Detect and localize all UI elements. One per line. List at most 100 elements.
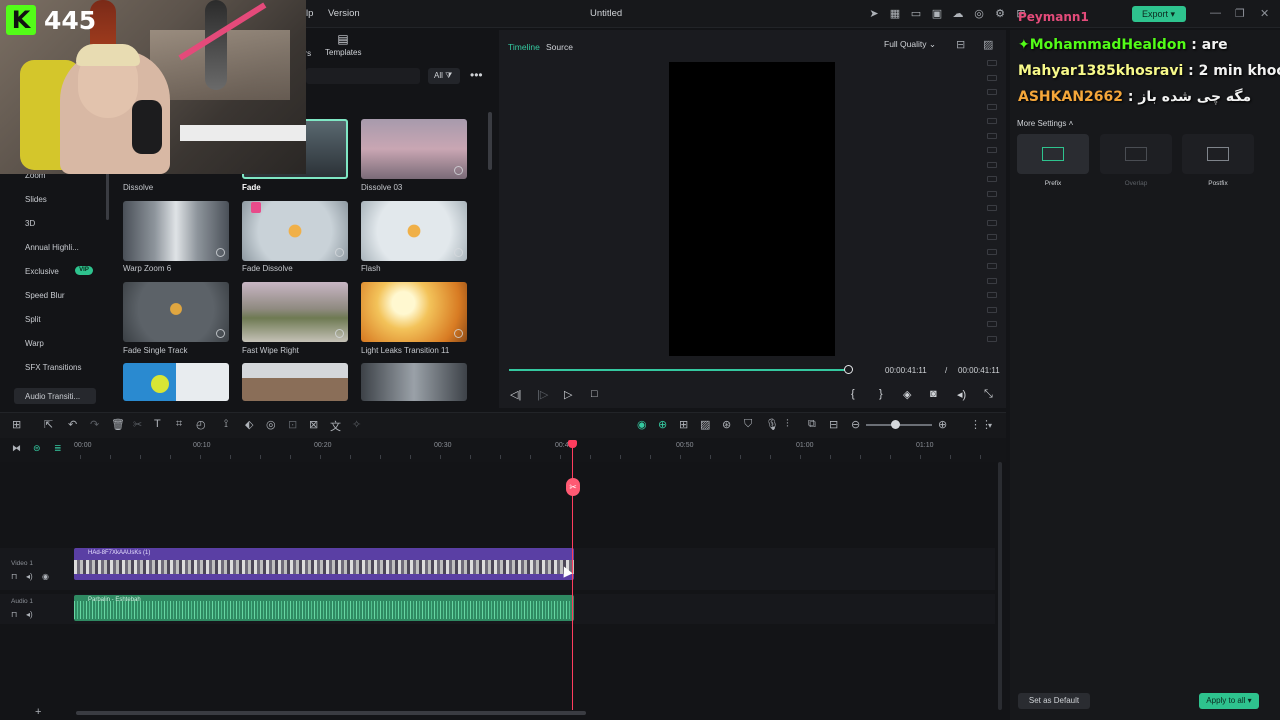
more-settings-toggle[interactable]: More Settings ˄	[1017, 119, 1073, 128]
search-input[interactable]	[306, 68, 420, 84]
keyframe-icon[interactable]: ⬖	[245, 418, 253, 431]
thumb-dissolve-03[interactable]	[361, 119, 467, 179]
speed-icon[interactable]: ◴	[196, 418, 206, 431]
category-warp[interactable]: Warp	[25, 339, 44, 348]
volume-icon[interactable]: ◂)	[957, 388, 966, 401]
motion-icon[interactable]: ◎	[266, 418, 276, 431]
track-layers-icon[interactable]: ≣	[54, 443, 62, 454]
categories-scrollbar[interactable]	[106, 170, 109, 220]
monitor-icon[interactable]: ▭	[908, 6, 924, 22]
track-magnet-icon[interactable]: ⊜	[33, 443, 41, 454]
track-link-icon[interactable]: ⧓	[12, 443, 21, 454]
download-icon[interactable]	[335, 329, 344, 338]
quality-dropdown[interactable]: Full Quality ⌄	[884, 39, 936, 50]
layout-icon[interactable]: ▦	[887, 6, 903, 22]
option-prefix[interactable]	[1017, 134, 1089, 174]
category-speed-blur[interactable]: Speed Blur	[25, 291, 65, 300]
category-sfx-transitions[interactable]: SFX Transitions	[25, 363, 81, 372]
download-icon[interactable]	[335, 248, 344, 257]
thumb-warp-zoom-6[interactable]	[123, 201, 229, 261]
download-icon[interactable]	[216, 329, 225, 338]
zoom-in-icon[interactable]: ⊕	[938, 418, 947, 431]
image-icon[interactable]: ▨	[983, 38, 993, 51]
snap-toggle-icon[interactable]: ◉	[637, 418, 647, 431]
set-as-default-button[interactable]: Set as Default	[1018, 693, 1090, 709]
tab-timeline[interactable]: Timeline	[508, 42, 540, 52]
export-button[interactable]: Export ▾	[1132, 6, 1186, 22]
zoom-out-icon[interactable]: ⊖	[851, 418, 860, 431]
thumb-flash[interactable]	[361, 201, 467, 261]
category-exclusive[interactable]: Exclusive	[25, 267, 59, 276]
mark-in-icon[interactable]: {	[851, 388, 855, 400]
step-forward-icon[interactable]: |▷	[537, 388, 548, 401]
more-icon[interactable]: •••	[470, 68, 483, 82]
add-marker-icon[interactable]: ⊞	[679, 418, 688, 431]
playhead-handle[interactable]	[568, 440, 577, 448]
all-filter-dropdown[interactable]: All ⧩	[428, 68, 460, 84]
crop-icon[interactable]: ⌗	[176, 418, 182, 431]
timeline-vertical-scrollbar[interactable]	[998, 462, 1002, 710]
thumb-fast-wipe-right[interactable]	[242, 282, 348, 342]
shield-icon[interactable]: ⛉	[744, 418, 752, 431]
mute-icon[interactable]: ◂)	[26, 572, 33, 581]
option-postfix[interactable]	[1182, 134, 1254, 174]
download-icon[interactable]	[454, 166, 463, 175]
menu-help[interactable]: lp	[306, 8, 313, 19]
option-overlap[interactable]	[1100, 134, 1172, 174]
auto-sync-icon[interactable]: ⊛	[722, 418, 731, 431]
timeline-horizontal-scrollbar[interactable]	[76, 711, 586, 715]
thumb-light-leaks-11[interactable]	[361, 282, 467, 342]
menu-version[interactable]: Version	[328, 8, 360, 19]
download-icon[interactable]	[454, 248, 463, 257]
fullscreen-icon[interactable]: ⤡	[984, 388, 993, 401]
cloud-icon[interactable]: ☁	[950, 6, 966, 22]
add-track-icon[interactable]: +	[35, 706, 41, 718]
audio-clip[interactable]: Parbalin - Eshtebah	[74, 595, 574, 621]
delete-icon[interactable]: 🗑	[111, 418, 125, 431]
tab-templates[interactable]: ▤ Templates	[325, 32, 361, 58]
redo-icon[interactable]: ↷	[90, 418, 99, 431]
video-clip[interactable]: HAd-8F7XkAAUsKs (1)	[74, 548, 574, 580]
stop-icon[interactable]: □	[591, 388, 598, 400]
text-icon[interactable]: T	[154, 418, 161, 430]
download-icon[interactable]	[216, 248, 225, 257]
zoom-slider-handle[interactable]	[891, 420, 900, 429]
export-frame-icon[interactable]: ⊠	[309, 418, 318, 431]
download-icon[interactable]	[454, 329, 463, 338]
snapshot-grid-icon[interactable]: ⊟	[956, 38, 965, 51]
ai-tool-icon[interactable]: ⟟	[224, 418, 228, 431]
thumbnail-icon[interactable]: ▨	[700, 418, 710, 431]
close-icon[interactable]: ✕	[1260, 7, 1269, 20]
send-icon[interactable]: ➤	[866, 6, 882, 22]
mark-out-icon[interactable]: }	[879, 388, 883, 400]
lock-icon[interactable]: ⊓	[11, 610, 17, 619]
mask-icon[interactable]: ⊡	[288, 418, 297, 431]
layout-icon[interactable]: ⊞	[12, 418, 21, 431]
category-slides[interactable]: Slides	[25, 195, 47, 204]
playback-progress[interactable]	[509, 369, 849, 371]
select-icon[interactable]: ⇱	[44, 418, 53, 431]
save-icon[interactable]: ▣	[929, 6, 945, 22]
minimize-icon[interactable]: —	[1210, 7, 1221, 19]
tab-source[interactable]: Source	[546, 42, 573, 52]
render-icon[interactable]: ◈	[903, 388, 911, 401]
step-back-icon[interactable]: ◁|	[510, 388, 521, 401]
restore-icon[interactable]: ❐	[1235, 7, 1245, 20]
replace-icon[interactable]: ⊟	[829, 418, 838, 431]
magic-icon[interactable]: ✧	[352, 418, 361, 431]
video-frame[interactable]	[669, 62, 835, 356]
thumb-fade-single-track[interactable]	[123, 282, 229, 342]
undo-icon[interactable]: ↶	[68, 418, 77, 431]
category-annual-highlights[interactable]: Annual Highli...	[25, 243, 79, 252]
translate-icon[interactable]: 文	[330, 418, 341, 434]
link-icon[interactable]: ⊕	[658, 418, 667, 431]
microphone-icon[interactable]: 🎙	[765, 418, 779, 431]
thumb-tennis[interactable]	[123, 363, 229, 401]
grid-scrollbar[interactable]	[488, 112, 492, 170]
support-icon[interactable]: ◎	[971, 6, 987, 22]
lock-icon[interactable]: ⊓	[11, 572, 17, 581]
timeline-ruler[interactable]	[0, 438, 1006, 462]
category-3d[interactable]: 3D	[25, 219, 35, 228]
chevron-down-icon[interactable]: ▾	[988, 421, 992, 430]
split-scissors-icon[interactable]: ✂	[566, 478, 580, 496]
